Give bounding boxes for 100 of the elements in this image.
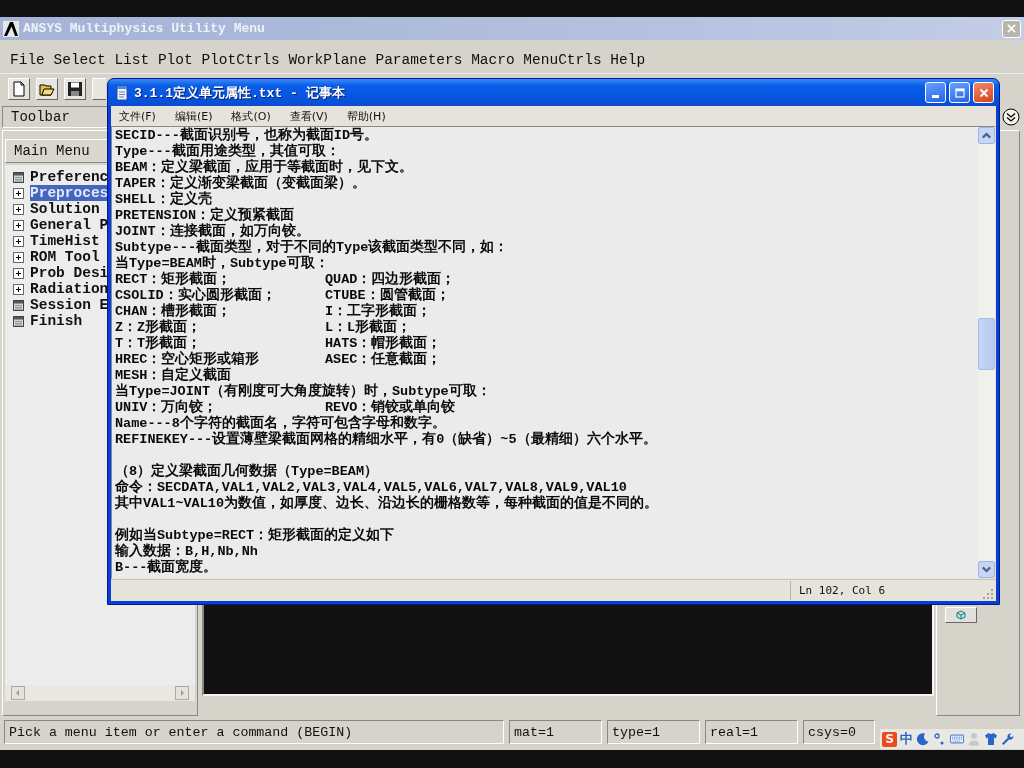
vertical-scrollbar[interactable] bbox=[978, 127, 995, 578]
window-icon bbox=[13, 299, 24, 311]
minimize-icon bbox=[932, 95, 939, 98]
scroll-thumb[interactable] bbox=[978, 318, 995, 370]
tree-item[interactable]: Solution bbox=[30, 201, 100, 217]
tree-item[interactable]: Radiation bbox=[30, 281, 109, 297]
tree-item[interactable]: Preferenc bbox=[30, 169, 109, 185]
status-field: mat=1 bbox=[509, 720, 602, 744]
expand-icon[interactable] bbox=[13, 283, 24, 295]
status-field: real=1 bbox=[705, 720, 798, 744]
status-field: type=1 bbox=[607, 720, 700, 744]
tree-item[interactable]: Preproces bbox=[30, 185, 109, 201]
window-title: ANSYS Multiphysics Utility Menu bbox=[23, 21, 266, 36]
text-line: RECT：矩形截面； bbox=[115, 272, 233, 287]
close-button[interactable] bbox=[973, 82, 994, 103]
text-line: HATS：帽形截面； bbox=[325, 336, 442, 351]
status-field: Pick a menu item or enter a command (BEGIN) bbox=[4, 720, 504, 744]
menu-item[interactable]: Parameters bbox=[375, 51, 463, 68]
tree-item[interactable]: ROM Tool bbox=[30, 249, 100, 265]
expand-icon[interactable] bbox=[13, 251, 24, 263]
text-line: REFINEKEY---设置薄壁梁截面网格的精细水平，有0（缺省）~5（最精细）六个水平。 bbox=[115, 432, 657, 448]
menu-item[interactable]: 格式(O) bbox=[229, 108, 273, 124]
menu-item[interactable]: Help bbox=[610, 51, 646, 68]
text-line: 命令：SECDATA,VAL1,VAL2,VAL3,VAL4,VAL5,VAL6,VAL7,VAL8,VAL9,VAL10 bbox=[115, 480, 627, 495]
text-line: CHAN：槽形截面； bbox=[115, 304, 233, 319]
text-line: ASEC：任意截面； bbox=[325, 352, 442, 368]
close-icon bbox=[978, 87, 989, 98]
open-button[interactable] bbox=[36, 78, 58, 100]
text-line: 输入数据：B,H,Nb,Nh bbox=[115, 544, 258, 559]
text-line: Subtype---截面类型，对于不同的Type该截面类型不同，如： bbox=[115, 240, 509, 255]
text-line: JOINT：连接截面，如万向铰。 bbox=[115, 224, 310, 239]
expand-icon[interactable] bbox=[13, 267, 24, 279]
text-line: PRETENSION：定义预紧截面 bbox=[115, 208, 294, 223]
expand-icon[interactable] bbox=[13, 203, 24, 215]
status-field: csys=0 bbox=[803, 720, 875, 744]
window-title: 3.1.1定义单元属性.txt - 记事本 bbox=[134, 84, 346, 102]
text-line: BEAM：定义梁截面，应用于等截面时，见下文。 bbox=[115, 160, 414, 175]
new-file-button[interactable] bbox=[8, 78, 30, 100]
view-button[interactable] bbox=[945, 607, 977, 623]
tree-item[interactable]: Finish bbox=[30, 313, 83, 329]
input-mode-toggle[interactable]: 中 bbox=[900, 731, 913, 747]
menu-item[interactable]: Macro bbox=[471, 51, 515, 68]
blank-page-icon bbox=[11, 81, 27, 97]
menu-item[interactable]: MenuCtrls bbox=[523, 51, 602, 68]
text-line: Z：Z形截面； bbox=[115, 320, 203, 335]
menu-item[interactable]: 查看(V) bbox=[287, 108, 330, 124]
text-line: UNIV：万向铰； bbox=[115, 400, 219, 415]
menu-item[interactable]: 文件(F) bbox=[117, 108, 158, 124]
text-line: REVO：销铰或单向铰 bbox=[325, 400, 456, 415]
wrench-icon[interactable] bbox=[1001, 732, 1015, 746]
text-line: QUAD：四边形截面； bbox=[325, 272, 456, 287]
expand-icon[interactable] bbox=[13, 187, 24, 199]
text-line: I：工字形截面； bbox=[325, 304, 432, 319]
menu-item[interactable]: WorkPlane bbox=[288, 51, 367, 68]
text-line: 当Type=JOINT（有刚度可大角度旋转）时，Subtype可取： bbox=[115, 384, 491, 399]
expand-icon[interactable] bbox=[13, 219, 24, 231]
menu-item[interactable]: 编辑(E) bbox=[172, 108, 215, 124]
expand-icon[interactable] bbox=[13, 235, 24, 247]
tree-item[interactable]: General P bbox=[30, 217, 109, 233]
text-line: T：T形截面； bbox=[115, 336, 203, 351]
text-line: （8）定义梁截面几何数据（Type=BEAM） bbox=[115, 464, 378, 479]
window-icon bbox=[13, 171, 24, 183]
text-line: HREC：空心矩形或箱形 bbox=[115, 352, 261, 367]
minimize-button[interactable] bbox=[925, 82, 946, 103]
tree-item[interactable]: Session E bbox=[30, 297, 109, 313]
text-line: B---截面宽度。 bbox=[115, 560, 218, 576]
scroll-down-icon[interactable] bbox=[978, 561, 995, 578]
menu-item[interactable]: Select bbox=[53, 51, 106, 68]
cursor-position: Ln 102, Col 6 bbox=[790, 581, 982, 600]
tree-item[interactable]: Prob Desi bbox=[30, 265, 109, 281]
text-line: MESH：自定义截面 bbox=[115, 368, 232, 383]
window-icon bbox=[13, 315, 24, 327]
collapse-icon[interactable] bbox=[1002, 108, 1020, 126]
text-line: 当Type=BEAM时，Subtype可取： bbox=[115, 256, 329, 271]
logo-icon bbox=[3, 20, 19, 37]
menu-item[interactable]: 帮助(H) bbox=[344, 108, 388, 124]
text-line: L：L形截面； bbox=[325, 320, 412, 335]
ime-logo[interactable]: S bbox=[882, 731, 897, 747]
resize-grip-icon[interactable] bbox=[982, 587, 994, 600]
text-line: TAPER：定义渐变梁截面（变截面梁）。 bbox=[115, 176, 366, 191]
scroll-up-icon[interactable] bbox=[978, 127, 995, 144]
text-line: Name---8个字符的截面名，字符可包含字母和数字。 bbox=[115, 416, 446, 431]
menu-item[interactable]: PlotCtrls bbox=[201, 51, 280, 68]
menu-item[interactable]: List bbox=[114, 51, 150, 68]
toolbar-button[interactable] bbox=[92, 78, 106, 100]
shirt-icon[interactable] bbox=[984, 732, 998, 746]
cube-icon bbox=[956, 610, 966, 620]
menu-item[interactable]: File bbox=[10, 51, 45, 68]
menu-item[interactable]: Plot bbox=[157, 51, 193, 68]
maximize-icon bbox=[954, 87, 965, 98]
tree-item[interactable]: TimeHist bbox=[30, 233, 100, 249]
close-icon bbox=[1007, 24, 1016, 33]
moon-icon[interactable] bbox=[916, 732, 930, 746]
text-line: SHELL：定义壳 bbox=[115, 192, 212, 207]
text-line: CTUBE：圆管截面； bbox=[325, 288, 450, 303]
keyboard-icon[interactable] bbox=[950, 732, 964, 746]
maximize-button[interactable] bbox=[949, 82, 970, 103]
text-line: 其中VAL1~VAL10为数值，如厚度、边长、沿边长的栅格数等，每种截面的值是不同的。 bbox=[115, 496, 658, 512]
save-button[interactable] bbox=[64, 78, 86, 100]
text-line: 例如当Subtype=RECT：矩形截面的定义如下 bbox=[115, 528, 395, 543]
